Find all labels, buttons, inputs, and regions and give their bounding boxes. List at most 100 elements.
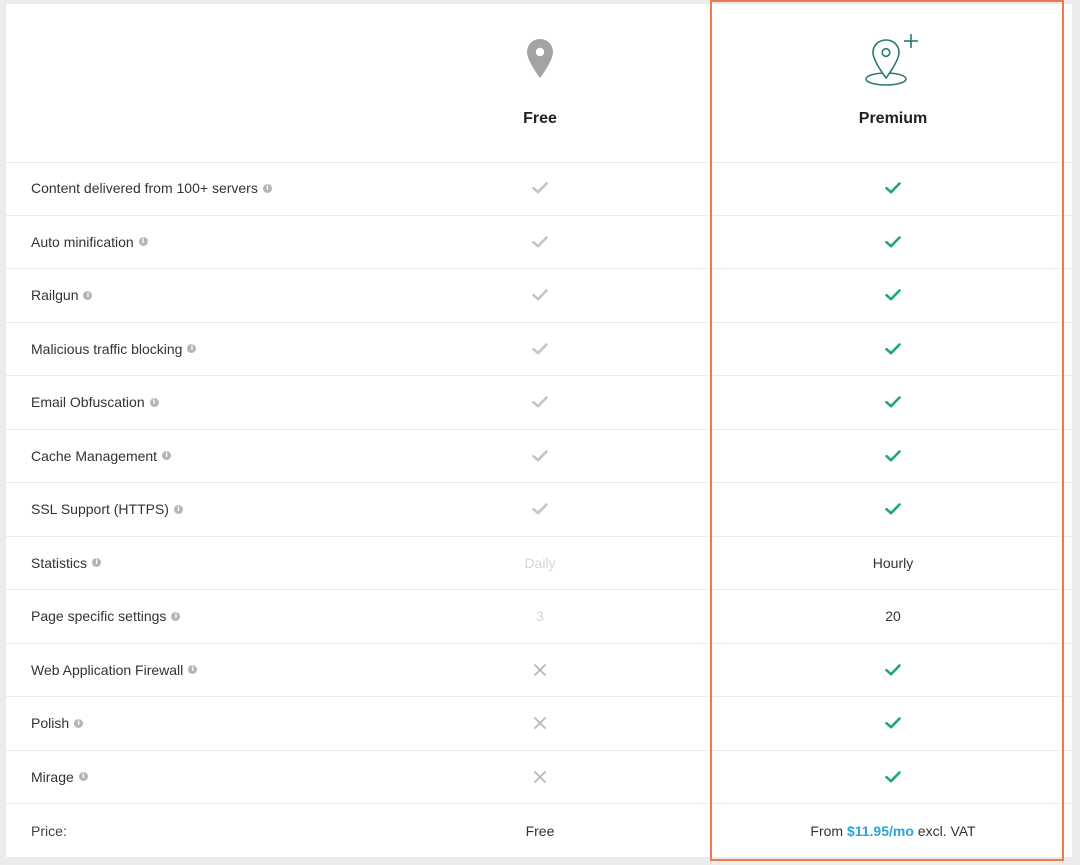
feature-name: Web Application Firewall i (31, 644, 198, 697)
premium-value (716, 697, 1070, 750)
feature-row: Page specific settings i 3 20 (6, 590, 1072, 644)
premium-value (716, 269, 1070, 322)
premium-value (716, 323, 1070, 376)
free-price-text: Free (525, 822, 555, 839)
plan-header-free: Free (364, 4, 716, 162)
premium-price-prefix: From (810, 822, 844, 839)
plan-title-premium: Premium (858, 110, 928, 127)
plan-title-free: Free (523, 110, 557, 127)
feature-name: Mirage i (31, 751, 88, 804)
feature-label: SSL Support (HTTPS) (31, 501, 169, 518)
check-icon (885, 396, 901, 408)
check-icon (885, 182, 901, 194)
info-icon[interactable]: i (149, 397, 159, 407)
free-value (364, 430, 716, 483)
free-value-text: 3 (536, 608, 544, 625)
feature-row: Email Obfuscation i (6, 376, 1072, 430)
check-icon (885, 235, 901, 248)
check-icon (532, 449, 548, 462)
info-icon[interactable]: i (187, 344, 197, 354)
premium-value: 20 (716, 590, 1070, 643)
plan-header-premium: Premium (716, 4, 1070, 162)
feature-name: SSL Support (HTTPS) i (31, 483, 183, 536)
premium-value (716, 216, 1070, 269)
free-value (364, 697, 716, 750)
feature-label: Page specific settings (31, 608, 167, 625)
feature-row: Malicious traffic blocking i (6, 323, 1072, 376)
free-value: Daily (364, 537, 716, 590)
feature-label: Mirage (31, 768, 74, 785)
check-icon (885, 342, 901, 355)
free-value (364, 376, 716, 429)
pricing-comparison-card: Free Premium Content delivered from 100+… (6, 4, 1072, 857)
check-icon (885, 770, 901, 783)
price-label: Price: (31, 804, 67, 858)
feature-name: Statistics i (31, 537, 102, 590)
feature-row: Polish i (6, 697, 1072, 751)
feature-label: Polish (31, 715, 70, 732)
feature-name: Email Obfuscation i (31, 376, 159, 429)
feature-table: Content delivered from 100+ servers i Auto… (6, 162, 1072, 858)
info-icon[interactable]: i (74, 718, 84, 728)
premium-value (716, 751, 1070, 804)
premium-value-text: Hourly (872, 554, 914, 571)
premium-value (716, 430, 1070, 483)
premium-price: From $11.95/mo excl. VAT (716, 804, 1070, 858)
feature-label: Railgun (31, 287, 79, 304)
check-icon (532, 182, 548, 194)
check-icon (885, 717, 901, 729)
cross-icon (534, 770, 546, 783)
info-icon[interactable]: i (171, 611, 181, 621)
price-row: Price: Free From $11.95/mo excl. VAT (6, 804, 1072, 858)
premium-value: Hourly (716, 537, 1070, 590)
free-value (364, 644, 716, 697)
free-value (364, 269, 716, 322)
check-icon (885, 449, 901, 462)
price-label-text: Price: (31, 822, 67, 839)
info-icon[interactable]: i (262, 183, 272, 193)
check-icon (532, 235, 548, 248)
premium-value-text: 20 (885, 608, 901, 625)
map-pin-plus-icon (864, 32, 922, 93)
feature-row: Cache Management i (6, 430, 1072, 483)
check-icon (885, 503, 901, 515)
check-icon (532, 289, 548, 301)
info-icon[interactable]: i (78, 772, 88, 782)
free-value (364, 751, 716, 804)
check-icon (532, 503, 548, 515)
premium-value (716, 162, 1070, 215)
check-icon (532, 342, 548, 355)
feature-label: Malicious traffic blocking (31, 340, 183, 357)
premium-price-amount[interactable]: $11.95/mo (847, 823, 914, 839)
feature-row: Content delivered from 100+ servers i (6, 162, 1072, 216)
cross-icon (534, 663, 546, 676)
feature-name: Content delivered from 100+ servers i (31, 162, 272, 215)
premium-value (716, 483, 1070, 536)
feature-row: Web Application Firewall i (6, 644, 1072, 697)
feature-label: Content delivered from 100+ servers (31, 180, 258, 197)
premium-value (716, 376, 1070, 429)
feature-label: Auto minification (31, 233, 134, 250)
feature-label: Web Application Firewall (31, 661, 184, 678)
map-pin-icon (526, 38, 554, 85)
plans-header: Free Premium (6, 4, 1072, 163)
info-icon[interactable]: i (92, 558, 102, 568)
cross-icon (534, 717, 546, 730)
free-value (364, 483, 716, 536)
info-icon[interactable]: i (162, 451, 172, 461)
feature-row: Statistics i Daily Hourly (6, 537, 1072, 590)
info-icon[interactable]: i (138, 237, 148, 247)
feature-label: Cache Management (31, 447, 158, 464)
premium-value (716, 644, 1070, 697)
feature-name: Cache Management i (31, 430, 172, 483)
info-icon[interactable]: i (83, 290, 93, 300)
check-icon (532, 396, 548, 408)
feature-name: Railgun i (31, 269, 93, 322)
feature-name: Polish i (31, 697, 84, 750)
feature-name: Page specific settings i (31, 590, 181, 643)
feature-row: Auto minification i (6, 216, 1072, 269)
free-price: Free (364, 804, 716, 858)
info-icon[interactable]: i (188, 665, 198, 675)
info-icon[interactable]: i (173, 504, 183, 514)
premium-price-suffix: excl. VAT (917, 822, 976, 839)
